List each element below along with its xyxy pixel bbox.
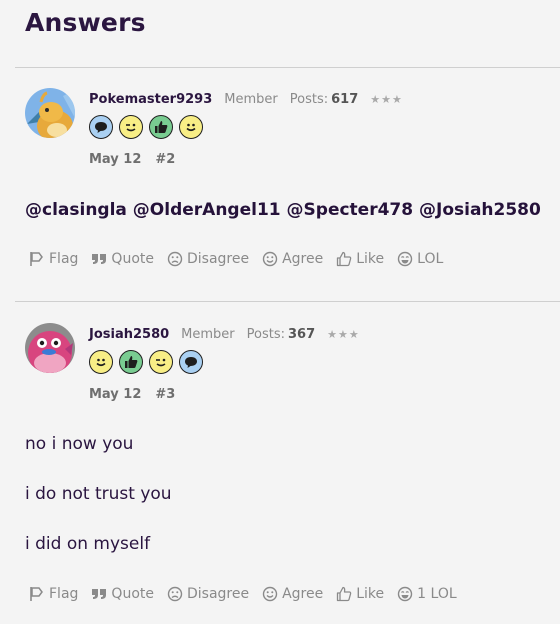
post-body-line[interactable]: i do not trust you [25,484,172,504]
laugh-icon [397,251,413,267]
post: Josiah2580 Member Posts: 367 ★★★ May 12 #3 no… [0,323,560,618]
quote-icon [92,589,107,599]
post-actions: Flag Quote Disagree Agree Like LOL [29,251,456,267]
thumbs-up-icon [119,350,143,374]
badges [89,115,203,139]
post-body-line[interactable]: i did on myself [25,534,150,554]
avatar[interactable] [25,88,75,138]
username[interactable]: Pokemaster9293 [89,92,212,107]
user-meta: Pokemaster9293 Member Posts: 617 ★★★ [89,92,403,107]
post-body-line[interactable]: no i now you [25,434,133,454]
answers-page: Answers Pokemaster9293 Member Posts: 617 ★★★ [0,0,560,624]
post-date-text[interactable]: May 12 [89,152,141,167]
quote-label: Quote [111,586,154,602]
post-body-line[interactable]: @clasingla @OlderAngel11 @Specter478 @Jo… [25,200,541,220]
badges [89,350,203,374]
disagree-label: Disagree [186,251,250,267]
section-title: Answers [25,8,146,37]
post: Pokemaster9293 Member Posts: 617 ★★★ May 12 #… [0,88,560,278]
username[interactable]: Josiah2580 [89,327,169,342]
posts-count: 367 [288,327,316,342]
flag-icon [30,252,43,266]
speech-bubble-icon [179,350,203,374]
frown-icon [167,251,183,267]
like-button[interactable]: Like [336,251,384,267]
smile-icon [262,251,278,267]
agree-button[interactable]: Agree [262,586,323,602]
flag-button[interactable]: Flag [29,251,78,267]
wink-face-icon [119,115,143,139]
posts-label: Posts: [289,92,329,107]
agree-button[interactable]: Agree [262,251,323,267]
user-role: Member [224,92,278,107]
post-actions: Flag Quote Disagree Agree Like 1 LOL [29,586,470,602]
like-button[interactable]: Like [336,586,384,602]
lol-button[interactable]: 1 LOL [397,586,457,602]
smile-icon [262,586,278,602]
speech-bubble-icon [89,115,113,139]
lol-button[interactable]: LOL [397,251,443,267]
post-number[interactable]: #2 [155,152,175,167]
disagree-button[interactable]: Disagree [167,586,249,602]
post-date: May 12 #2 [89,152,175,167]
lol-label: 1 LOL [417,586,457,602]
laugh-icon [397,586,413,602]
disagree-button[interactable]: Disagree [167,251,249,267]
flag-label: Flag [49,586,79,602]
happy-face-icon [179,115,203,139]
quote-button[interactable]: Quote [91,586,154,602]
posts-label: Posts: [246,327,286,342]
post-date: May 12 #3 [89,387,175,402]
post-date-text[interactable]: May 12 [89,387,141,402]
thumbs-up-outline-icon [337,586,352,602]
user-meta: Josiah2580 Member Posts: 367 ★★★ [89,327,360,342]
like-label: Like [356,586,385,602]
wink-face-icon [149,350,173,374]
posts-count: 617 [331,92,359,107]
happy-face-icon [89,350,113,374]
frown-icon [167,586,183,602]
agree-label: Agree [282,586,324,602]
divider [15,67,560,68]
flag-label: Flag [49,251,79,267]
user-role: Member [181,327,235,342]
rank-stars: ★★★ [370,93,403,106]
post-number[interactable]: #3 [155,387,175,402]
disagree-label: Disagree [186,586,250,602]
quote-icon [92,254,107,264]
lol-label: LOL [417,251,444,267]
flag-icon [30,587,43,601]
thumbs-up-icon [149,115,173,139]
agree-label: Agree [282,251,324,267]
avatar[interactable] [25,323,75,373]
quote-label: Quote [111,251,154,267]
thumbs-up-outline-icon [337,251,352,267]
quote-button[interactable]: Quote [91,251,154,267]
rank-stars: ★★★ [327,328,360,341]
divider [15,301,560,302]
like-label: Like [356,251,385,267]
flag-button[interactable]: Flag [29,586,78,602]
